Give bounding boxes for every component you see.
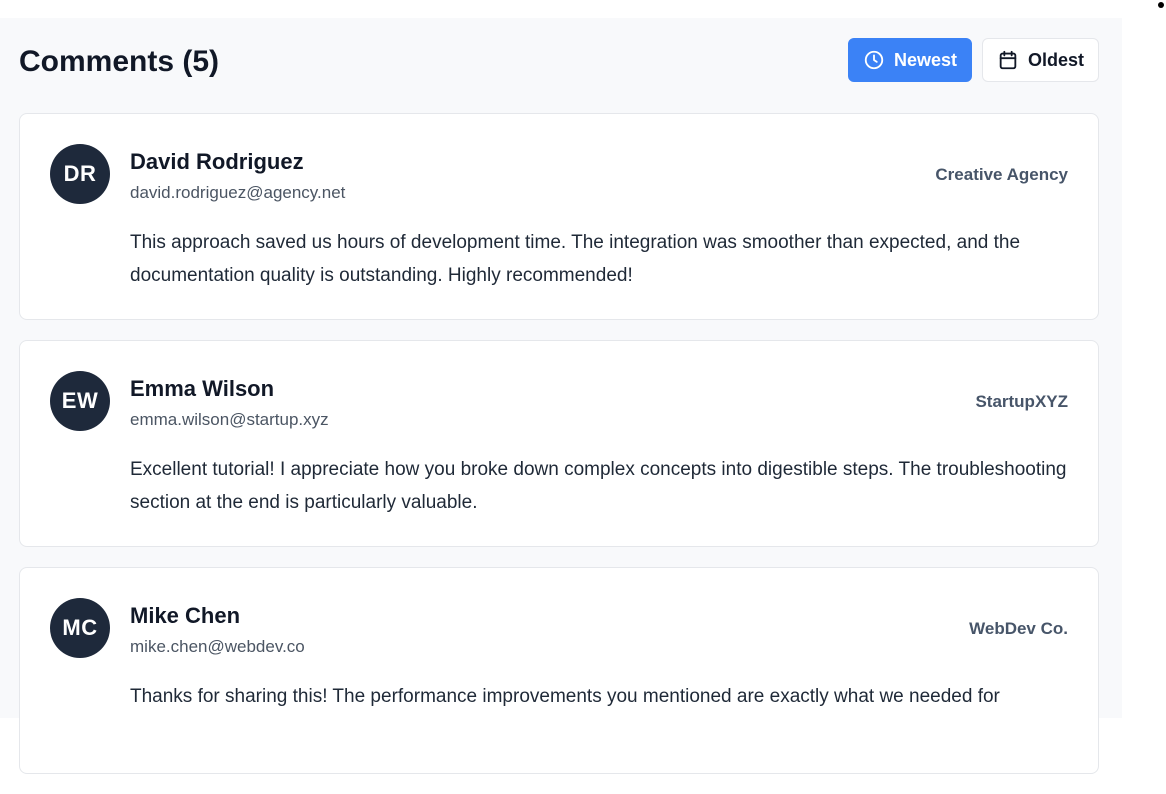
commenter-email: mike.chen@webdev.co <box>130 637 305 656</box>
sort-oldest-label: Oldest <box>1027 49 1084 70</box>
comments-title: Comments (5) <box>19 45 220 78</box>
commenter-name: Emma Wilson <box>130 376 275 401</box>
comment-list: DR David Rodriguez david.rodriguez@agenc… <box>19 113 1099 794</box>
comment-card: MC Mike Chen mike.chen@webdev.co WebDev … <box>19 567 1099 774</box>
comment-card: EW Emma Wilson emma.wilson@startup.xyz S… <box>19 340 1099 547</box>
commenter-company: Creative Agency <box>935 165 1068 184</box>
commenter-name: Mike Chen <box>130 603 241 628</box>
comment-text: This approach saved us hours of developm… <box>130 232 1021 286</box>
sort-newest-label: Newest <box>893 49 957 70</box>
commenter-company: WebDev Co. <box>969 619 1068 638</box>
comment-card: DR David Rodriguez david.rodriguez@agenc… <box>19 113 1099 320</box>
avatar: DR <box>50 144 110 204</box>
commenter-company: StartupXYZ <box>975 392 1068 411</box>
commenter-email: emma.wilson@startup.xyz <box>130 410 329 429</box>
comments-panel: Comments (5) Newest Oldest DR David Rodr… <box>0 18 1122 774</box>
comment-text: Excellent tutorial! I appreciate how you… <box>130 459 1067 513</box>
sort-controls: Newest Oldest <box>847 38 1099 82</box>
commenter-email: david.rodriguez@agency.net <box>130 183 346 202</box>
clock-icon <box>863 49 885 71</box>
scrollbar-indicator[interactable] <box>1158 2 1164 8</box>
commenter-name: David Rodriguez <box>130 149 304 174</box>
avatar: EW <box>50 371 110 431</box>
sort-newest-button[interactable]: Newest <box>847 38 972 82</box>
comments-header: Comments (5) Newest Oldest <box>19 38 1099 84</box>
avatar: MC <box>50 598 110 658</box>
calendar-icon <box>997 49 1019 71</box>
comment-text: Thanks for sharing this! The performance… <box>130 686 1000 707</box>
sort-oldest-button[interactable]: Oldest <box>981 38 1099 82</box>
